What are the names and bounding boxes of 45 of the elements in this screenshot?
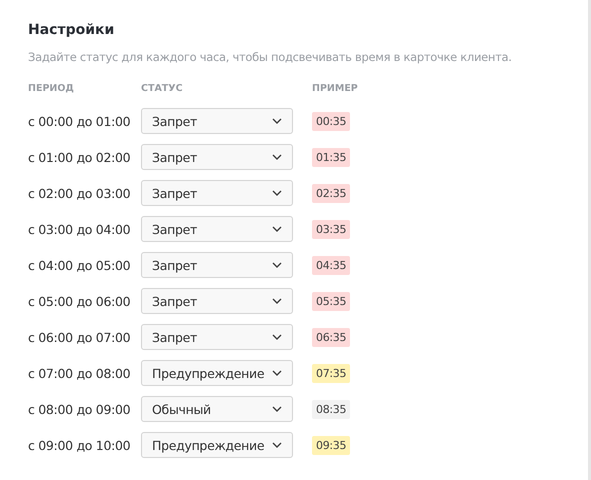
status-select[interactable]: Запрет xyxy=(141,108,293,134)
time-example-badge: 08:35 xyxy=(312,400,350,418)
period-label: с 04:00 до 05:00 xyxy=(28,258,132,272)
time-example-badge: 09:35 xyxy=(312,436,350,454)
time-example-badge: 07:35 xyxy=(312,364,350,382)
chevron-down-icon xyxy=(272,370,282,376)
chevron-down-icon xyxy=(272,226,282,232)
column-header: ПЕРИОД xyxy=(28,83,75,94)
time-example-badge: 00:35 xyxy=(312,112,350,130)
period-label: с 02:00 до 03:00 xyxy=(28,186,132,200)
chevron-down-icon xyxy=(272,154,282,160)
column-header: СТАТУС xyxy=(141,83,184,94)
chevron-down-icon xyxy=(272,262,282,268)
status-select[interactable]: Запрет xyxy=(141,180,293,206)
status-select[interactable]: Предупреждение xyxy=(141,432,293,458)
column-header: ПРИМЕР xyxy=(312,83,359,94)
period-label: с 08:00 до 09:00 xyxy=(28,402,132,416)
period-label: с 00:00 до 01:00 xyxy=(28,114,132,128)
chevron-down-icon xyxy=(272,118,282,124)
chevron-down-icon xyxy=(272,190,282,196)
time-example-badge: 06:35 xyxy=(312,328,350,346)
time-example-badge: 02:35 xyxy=(312,184,350,202)
time-example-badge: 03:35 xyxy=(312,220,350,238)
time-example-badge: 04:35 xyxy=(312,256,350,274)
status-select[interactable]: Предупреждение xyxy=(141,360,293,386)
status-select[interactable]: Запрет xyxy=(141,252,293,278)
time-example-badge: 05:35 xyxy=(312,292,350,310)
chevron-down-icon xyxy=(272,406,282,412)
period-label: с 09:00 до 10:00 xyxy=(28,438,132,452)
status-select[interactable]: Обычный xyxy=(141,396,293,422)
time-example-badge: 01:35 xyxy=(312,148,350,166)
period-label: с 06:00 до 07:00 xyxy=(28,330,132,344)
chevron-down-icon xyxy=(272,442,282,448)
period-label: с 03:00 до 04:00 xyxy=(28,222,132,236)
period-label: с 07:00 до 08:00 xyxy=(28,366,132,380)
period-label: с 01:00 до 02:00 xyxy=(28,150,132,164)
status-select[interactable]: Запрет xyxy=(141,288,293,314)
chevron-down-icon xyxy=(272,298,282,304)
status-select[interactable]: Запрет xyxy=(141,216,293,242)
period-label: с 05:00 до 06:00 xyxy=(28,294,132,308)
description-text: Задайте статус для каждого часа, чтобы подсвечивать время в карточке клиента. xyxy=(28,50,513,64)
settings-title: Настройки xyxy=(28,22,116,38)
status-select[interactable]: Запрет xyxy=(141,324,293,350)
status-select[interactable]: Запрет xyxy=(141,144,293,170)
chevron-down-icon xyxy=(272,334,282,340)
